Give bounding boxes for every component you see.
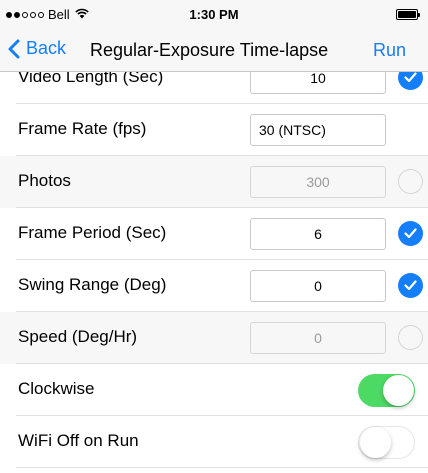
- wifi-off-on-run-toggle[interactable]: [358, 426, 415, 459]
- setting-label: Video Length (Sec): [18, 72, 164, 86]
- setting-label: Frame Rate (fps): [18, 119, 147, 138]
- settings-list: Video Length (Sec) 10 Frame Rate (fps) 30 (…: [0, 72, 428, 473]
- status-bar: Bell 1:30 PM: [0, 0, 428, 30]
- run-button[interactable]: Run: [373, 40, 406, 61]
- setting-row-frame-rate-fps: Frame Rate (fps) 30 (NTSC): [0, 104, 428, 156]
- battery-icon: [396, 9, 420, 20]
- checkmark-selected-icon[interactable]: [398, 221, 423, 246]
- setting-label: Photos: [18, 171, 71, 190]
- status-time: 1:30 PM: [189, 7, 239, 22]
- setting-row-photos: Photos 300: [0, 156, 428, 208]
- toggle-knob: [360, 427, 391, 458]
- video-length-sec-input[interactable]: 10: [250, 72, 386, 94]
- setting-row-frame-period-sec: Frame Period (Sec) 6: [0, 208, 428, 260]
- checkmark-unselected-icon[interactable]: [398, 169, 423, 194]
- chevron-left-icon: [8, 39, 20, 58]
- swing-range-deg-input[interactable]: 0: [250, 270, 386, 302]
- back-button[interactable]: Back: [8, 38, 66, 59]
- checkmark-selected-icon[interactable]: [398, 273, 423, 298]
- back-label: Back: [26, 38, 67, 58]
- speed-deg-hr-input: 0: [250, 322, 386, 354]
- setting-row-clockwise: Clockwise: [0, 364, 428, 416]
- checkmark-unselected-icon[interactable]: [398, 325, 423, 350]
- photos-input: 300: [250, 166, 386, 198]
- checkmark-selected-icon[interactable]: [398, 72, 423, 90]
- setting-row-speed-deg-hr: Speed (Deg/Hr) 0: [0, 312, 428, 364]
- toggle-knob: [383, 375, 414, 406]
- setting-row-swing-range-deg: Swing Range (Deg) 0: [0, 260, 428, 312]
- navigation-bar: Back Regular-Exposure Time-lapse Run: [0, 30, 428, 72]
- frame-period-sec-input[interactable]: 6: [250, 218, 386, 250]
- setting-label: Frame Period (Sec): [18, 223, 167, 242]
- setting-label: Swing Range (Deg): [18, 275, 167, 294]
- clockwise-toggle[interactable]: [358, 374, 415, 407]
- setting-row-wifi-off-on-run: WiFi Off on Run: [0, 416, 428, 468]
- setting-label: Clockwise: [18, 379, 95, 398]
- page-title: Regular-Exposure Time-lapse: [90, 40, 329, 60]
- frame-rate-fps-input[interactable]: 30 (NTSC): [250, 114, 386, 146]
- setting-label: WiFi Off on Run: [18, 431, 139, 450]
- setting-row-video-length-sec: Video Length (Sec) 10: [0, 72, 428, 104]
- setting-label: Speed (Deg/Hr): [18, 327, 138, 346]
